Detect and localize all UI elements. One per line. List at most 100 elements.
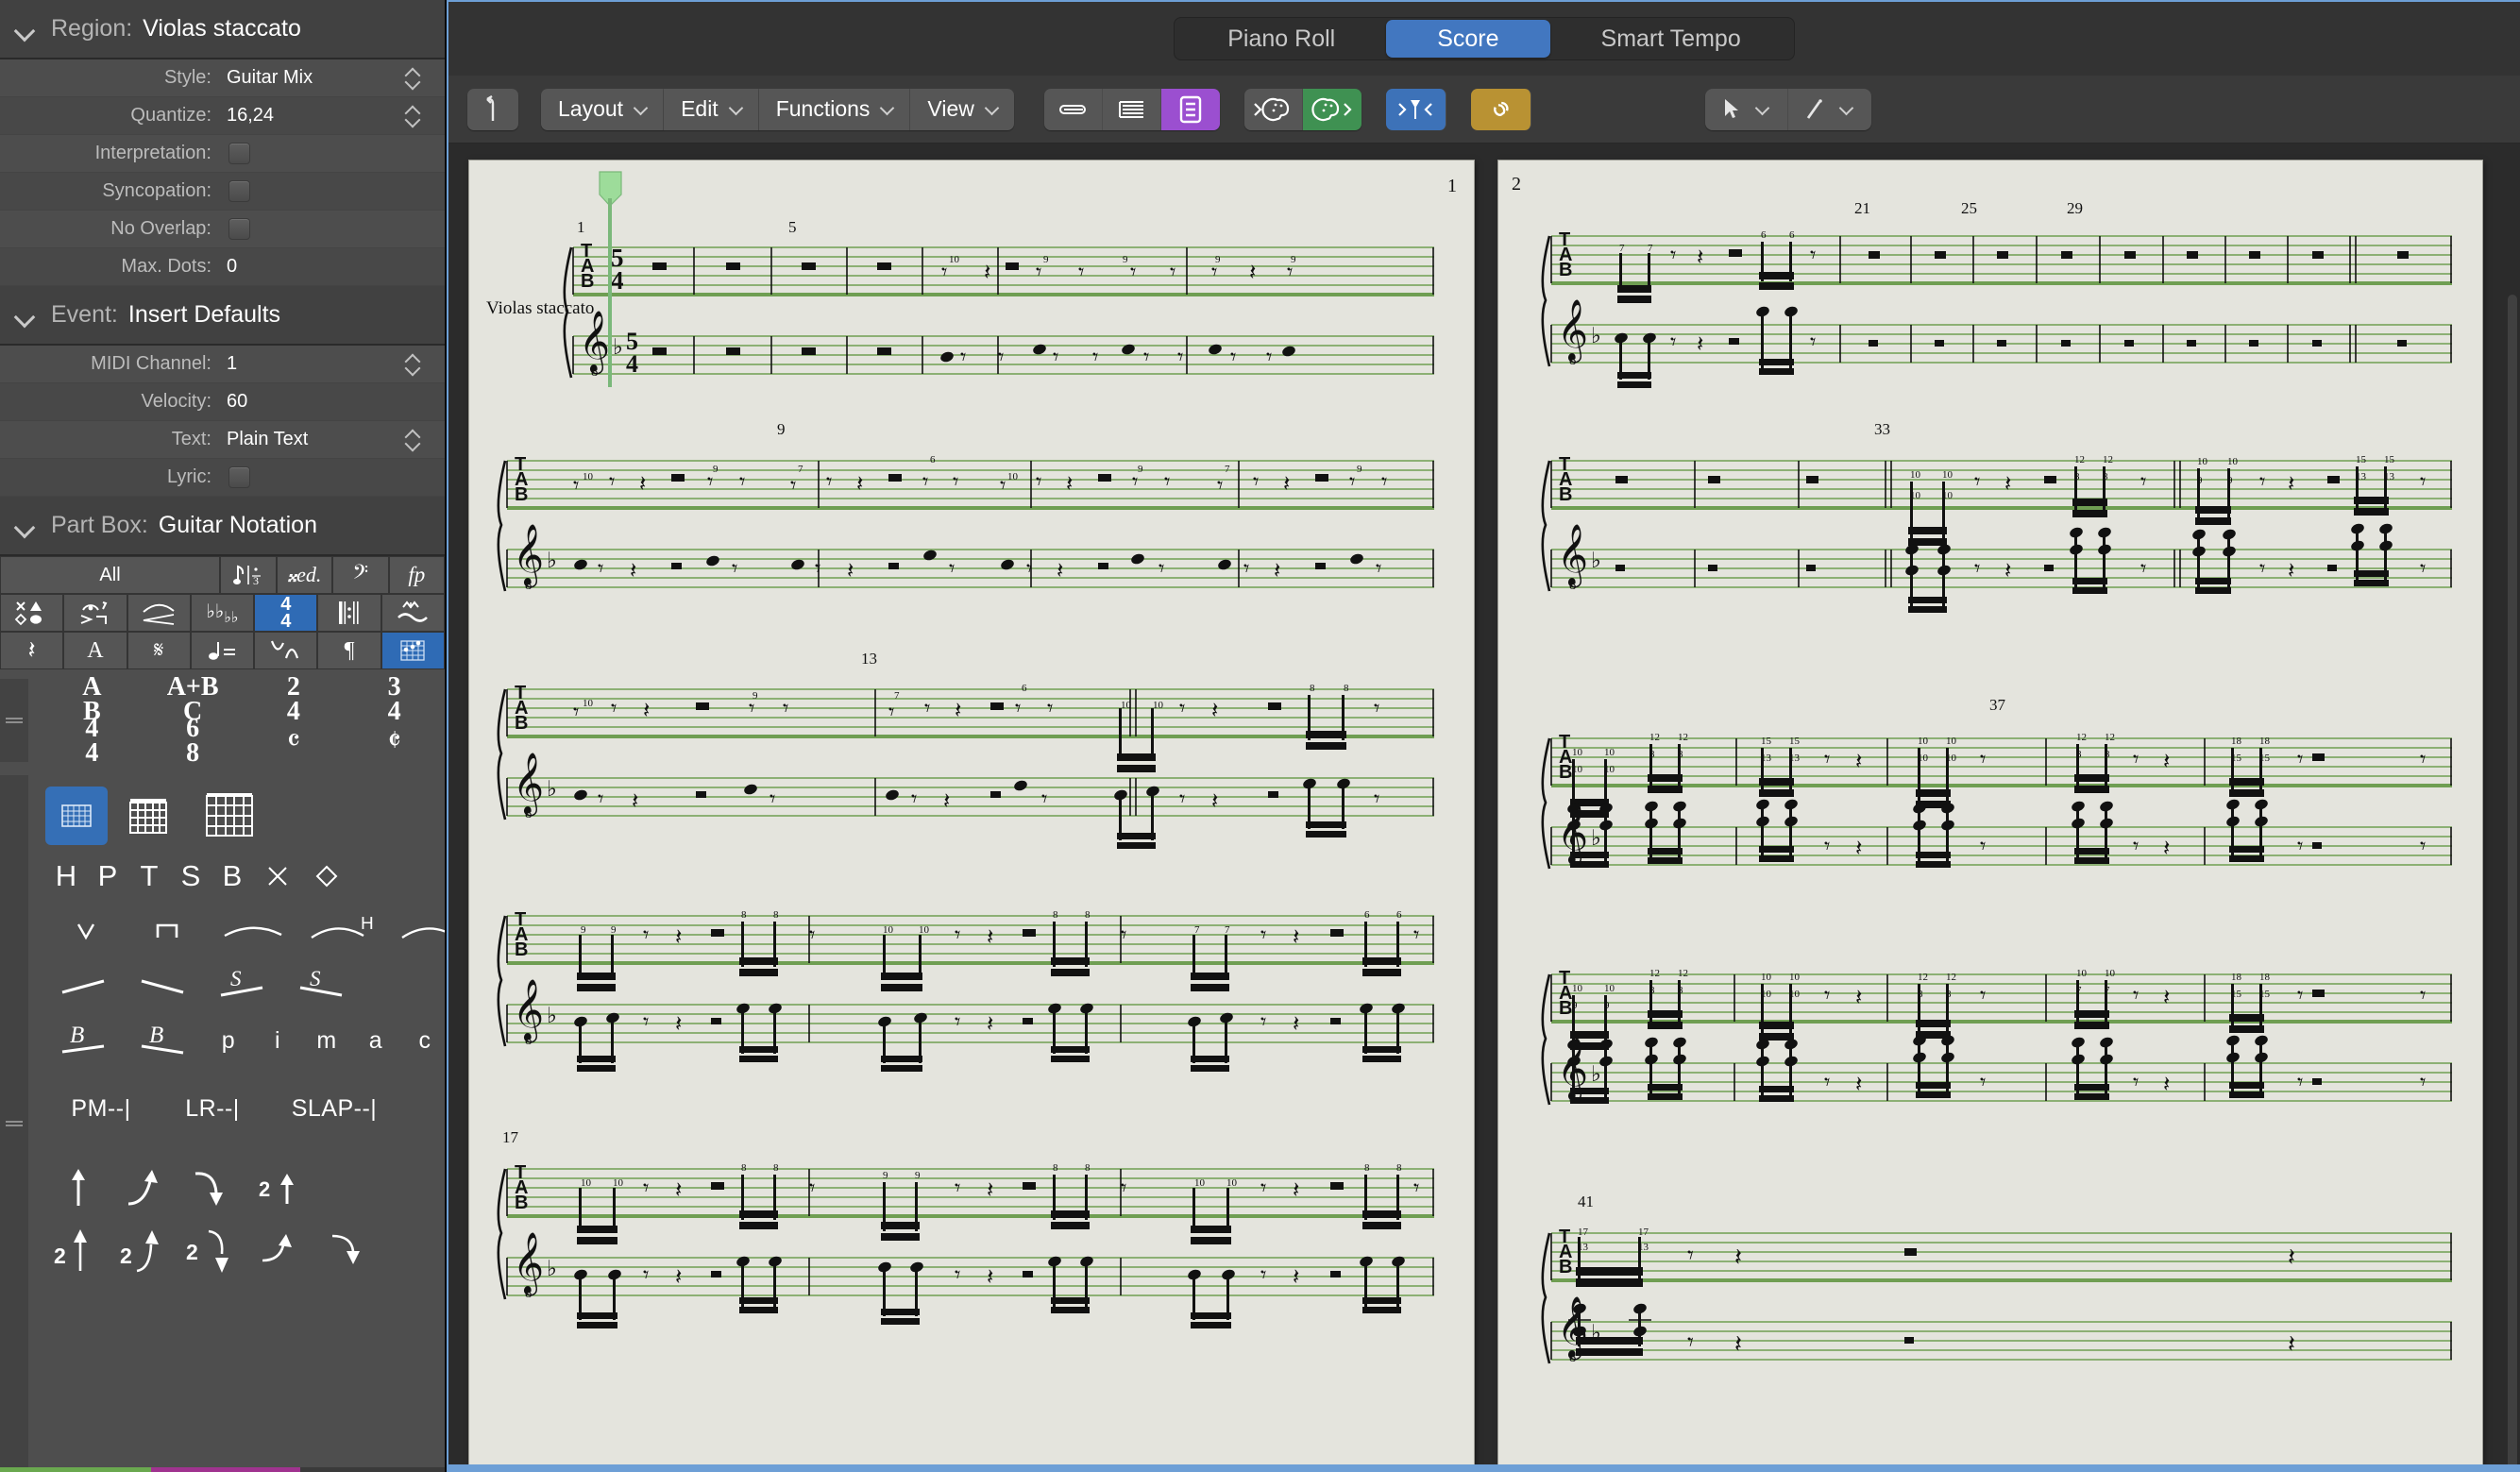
sig-item-cut-time[interactable]: 𝄵: [344, 720, 445, 762]
time-signature-icon[interactable]: 44: [254, 594, 318, 632]
technique-p-icon[interactable]: P: [87, 849, 128, 904]
technique-x-icon[interactable]: [253, 849, 302, 904]
tab-score[interactable]: Score: [1386, 20, 1550, 58]
region-row-style[interactable]: Style: Guitar Mix: [0, 59, 445, 97]
region-row-syncopation[interactable]: Syncopation:: [0, 173, 445, 211]
bend-2-curve-down-icon[interactable]: 2: [178, 1223, 244, 1277]
technique-h-icon[interactable]: H: [45, 849, 87, 904]
bend-curve-down-icon[interactable]: [178, 1160, 244, 1215]
event-row-midi-channel[interactable]: MIDI Channel: 1: [0, 346, 445, 383]
event-row-text[interactable]: Text: Plain Text: [0, 421, 445, 459]
midi-channel-value[interactable]: 1: [219, 353, 237, 375]
region-row-quantize[interactable]: Quantize: 16,24: [0, 97, 445, 135]
technique-diamond-icon[interactable]: [302, 849, 351, 904]
slide-s-down-icon[interactable]: S: [283, 958, 363, 1013]
syncopation-checkbox[interactable]: [228, 180, 250, 202]
event-row-velocity[interactable]: Velocity: 60: [0, 383, 445, 421]
bend-arrow-up-icon[interactable]: [45, 1160, 111, 1215]
chevron-down-icon[interactable]: [13, 17, 38, 42]
up-arrow-icon[interactable]: [467, 88, 518, 130]
bend-b-down-icon[interactable]: B: [125, 1013, 204, 1068]
paragraph-icon[interactable]: ¶: [317, 632, 381, 669]
velocity-value[interactable]: 60: [219, 391, 247, 413]
region-section-header[interactable]: Region: Violas staccato: [0, 0, 445, 59]
tab-smart-tempo[interactable]: Smart Tempo: [1550, 20, 1792, 58]
midi-channel-stepper[interactable]: [405, 352, 420, 377]
interpretation-checkbox[interactable]: [228, 143, 250, 164]
fp-dynamics-icon[interactable]: fp: [388, 556, 445, 594]
noteheads-icon[interactable]: [0, 594, 64, 632]
slide-down-icon[interactable]: [125, 958, 204, 1013]
colorize-in-icon[interactable]: [1243, 88, 1303, 130]
bend-2-up-icon[interactable]: 2: [244, 1160, 319, 1215]
tempo-icon[interactable]: [190, 632, 255, 669]
segno-icon[interactable]: 𝄋: [127, 632, 191, 669]
sig-item-4-4[interactable]: 44: [42, 716, 143, 766]
accidentals-icon[interactable]: ♭♭♭♭: [190, 594, 255, 632]
fingering-a-icon[interactable]: a: [351, 1013, 400, 1068]
part-box-all-button[interactable]: All: [0, 556, 221, 594]
pull-off-icon[interactable]: P: [389, 904, 445, 958]
score-page-1[interactable]: 1 T A B 𝄞 8 1 5 Violas staccato 5 4 ♭ 5 …: [469, 161, 1474, 1472]
text-icon[interactable]: A: [63, 632, 127, 669]
vertical-scrollbar[interactable]: [2508, 295, 2517, 1472]
style-value[interactable]: Guitar Mix: [219, 67, 313, 89]
slide-up-icon[interactable]: [45, 958, 125, 1013]
slur-icon[interactable]: [208, 904, 298, 958]
repeat-barline-icon[interactable]: [317, 594, 381, 632]
lyric-checkbox[interactable]: [228, 466, 250, 488]
pointer-tool-icon[interactable]: [1704, 88, 1788, 130]
technique-b-icon[interactable]: B: [211, 849, 253, 904]
single-part-view-icon[interactable]: [1160, 88, 1220, 130]
pencil-tool-icon[interactable]: [1787, 88, 1871, 130]
chord-grid-large-icon[interactable]: [189, 788, 270, 843]
slide-s-up-icon[interactable]: S: [204, 958, 283, 1013]
palette-grip-handle[interactable]: [0, 679, 28, 762]
accents-icon[interactable]: [63, 594, 127, 632]
technique-t-icon[interactable]: T: [128, 849, 170, 904]
quantize-stepper[interactable]: [405, 104, 420, 128]
fingering-i-icon[interactable]: i: [253, 1013, 302, 1068]
sig-item-common-time[interactable]: 𝄴: [244, 720, 345, 762]
text-value[interactable]: Plain Text: [219, 429, 308, 450]
slur-crescendo-icon[interactable]: [127, 594, 191, 632]
hammer-on-icon[interactable]: H: [298, 904, 389, 958]
style-stepper[interactable]: [405, 66, 420, 91]
pick-down-icon[interactable]: [45, 904, 127, 958]
guitar-palette-grip-handle[interactable]: [0, 775, 28, 1472]
bass-clef-icon[interactable]: 𝄢: [332, 556, 389, 594]
fingering-m-icon[interactable]: m: [302, 1013, 351, 1068]
pedal-icon[interactable]: 𝄪ed.: [276, 556, 333, 594]
technique-s-icon[interactable]: S: [170, 849, 211, 904]
bend-b-up-icon[interactable]: B: [45, 1013, 125, 1068]
pick-up-icon[interactable]: [127, 904, 208, 958]
sig-item-6-8[interactable]: 68: [143, 716, 244, 766]
chevron-down-icon[interactable]: [13, 303, 38, 328]
menu-edit[interactable]: Edit: [664, 88, 759, 130]
chord-grid-icon[interactable]: [381, 632, 445, 669]
chord-grid-medium-icon[interactable]: [108, 788, 189, 843]
linear-view-icon[interactable]: [1043, 88, 1103, 130]
palm-mute-bracket-icon[interactable]: PM--|: [45, 1081, 157, 1136]
ornaments-icon[interactable]: [381, 594, 445, 632]
link-icon[interactable]: [1470, 88, 1531, 130]
bend-small-curve-up-icon[interactable]: [244, 1223, 313, 1277]
note-solo-icon[interactable]: [1385, 88, 1446, 130]
ties-icon[interactable]: [254, 632, 318, 669]
max-dots-value[interactable]: 0: [219, 256, 237, 278]
fingering-p-icon[interactable]: p: [204, 1013, 253, 1068]
let-ring-bracket-icon[interactable]: LR--|: [157, 1081, 268, 1136]
chevron-down-icon[interactable]: [13, 514, 38, 538]
region-row-max-dots[interactable]: Max. Dots: 0: [0, 248, 445, 286]
tuplet-icon[interactable]: 3: [220, 556, 277, 594]
score-canvas[interactable]: 1 T A B 𝄞 8 1 5 Violas staccato 5 4 ♭ 5 …: [448, 144, 2520, 1472]
sig-item-3-4[interactable]: 34: [344, 674, 445, 724]
sig-item-2-4[interactable]: 24: [244, 674, 345, 724]
menu-view[interactable]: View: [910, 88, 1014, 130]
rests-icon[interactable]: 𝄽: [0, 632, 64, 669]
part-box-section-header[interactable]: Part Box: Guitar Notation: [0, 497, 445, 556]
region-row-interpretation[interactable]: Interpretation:: [0, 135, 445, 173]
event-section-header[interactable]: Event: Insert Defaults: [0, 286, 445, 346]
bend-2-up-straight-icon[interactable]: 2: [45, 1223, 111, 1277]
bend-curve-up-icon[interactable]: [111, 1160, 178, 1215]
